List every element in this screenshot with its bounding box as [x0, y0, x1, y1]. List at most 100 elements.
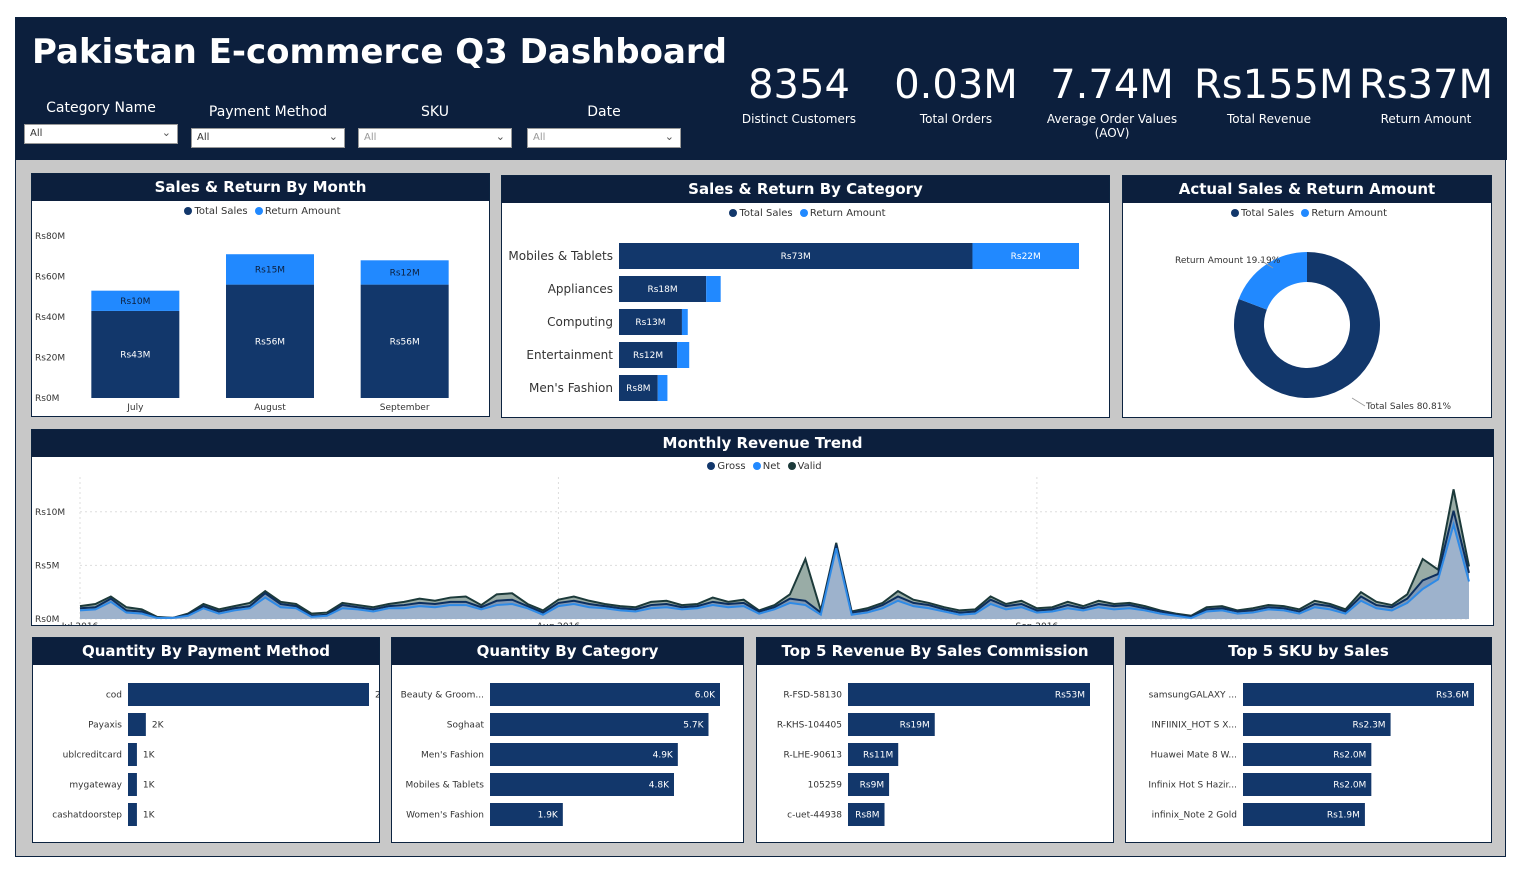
kpi-total-orders: 0.03M Total Orders	[881, 62, 1031, 126]
panel-title: Quantity By Payment Method	[33, 638, 379, 665]
payment-method-dropdown[interactable]: All ⌄	[191, 128, 345, 148]
data-label: Rs11M	[863, 751, 893, 761]
slicer-value: All	[30, 128, 43, 139]
slice-label: Total Sales 80.81%	[1365, 402, 1451, 412]
leader-line	[1351, 397, 1366, 407]
kpi-distinct-customers: 8354 Distinct Customers	[724, 62, 874, 126]
data-label: 27K	[375, 691, 379, 701]
category-label: samsungGALAXY ...	[1149, 691, 1237, 701]
category-label: Soghaat	[447, 721, 485, 731]
data-label: 2K	[152, 721, 165, 731]
slicer-label: Category Name	[46, 100, 156, 116]
panel-quantity-by-category: Quantity By Category Beauty & Groom... 6.…	[391, 637, 744, 843]
data-label: Rs73M	[781, 252, 811, 262]
legend-swatch	[184, 207, 193, 215]
month-chart: Rs0M Rs20M Rs40M Rs60M Rs80M Rs43M Rs10M July Rs…	[35, 232, 449, 413]
kpi-return-amount: Rs37M Return Amount	[1351, 62, 1501, 126]
panel-title: Sales & Return By Month	[32, 174, 489, 201]
bar-return-amount	[681, 309, 688, 335]
category-label: ublcreditcard	[63, 751, 122, 761]
data-label: Rs56M	[255, 337, 285, 347]
panel-title: Top 5 SKU by Sales	[1126, 638, 1491, 665]
chart-legend: Total Sales Return Amount	[502, 208, 1109, 222]
bar	[490, 773, 674, 796]
area-valid	[80, 489, 1469, 619]
sku-chart: samsungGALAXY ... Rs3.6M INFIINIX_HOT S X.…	[1148, 683, 1474, 826]
panel-quantity-by-payment: Quantity By Payment Method cod 27K Payaxis…	[32, 637, 380, 843]
category-label: R-KHS-104405	[777, 721, 842, 731]
category-label: cod	[106, 691, 122, 701]
category-label: Infinix Hot S Hazir...	[1148, 781, 1237, 791]
data-label: Rs43M	[120, 350, 150, 360]
data-label: Rs1.9M	[1327, 811, 1360, 821]
page-title: Pakistan E-commerce Q3 Dashboard	[32, 32, 728, 72]
y-tick-label: Rs80M	[35, 232, 65, 242]
category-label: Men's Fashion	[529, 381, 613, 395]
data-label: 1.9K	[538, 811, 559, 821]
category-label: cashatdoorstep	[52, 811, 122, 821]
bar	[490, 713, 709, 736]
data-label: Rs15M	[255, 265, 285, 275]
date-dropdown[interactable]: All ⌄	[527, 128, 681, 148]
chevron-down-icon: ⌄	[328, 130, 338, 143]
slicer-value: All	[533, 132, 546, 143]
chart-legend: Total Sales Return Amount	[1123, 208, 1491, 222]
x-tick-label: September	[380, 403, 430, 413]
category-label: Payaxis	[88, 721, 122, 731]
legend-swatch	[752, 462, 761, 470]
legend-label: Gross	[717, 461, 746, 472]
kpi-label: Total Revenue	[1226, 112, 1312, 126]
data-label: Rs2.3M	[1353, 721, 1386, 731]
slicer-payment-method: Payment Method All ⌄	[191, 104, 345, 148]
panel-title: Top 5 Revenue By Sales Commission	[757, 638, 1113, 665]
sku-dropdown[interactable]: All ⌄	[358, 128, 512, 148]
x-tick-label: Aug 2016	[537, 622, 581, 625]
legend-swatch	[729, 209, 738, 217]
chart-legend: Gross Net Valid	[32, 461, 1493, 475]
category-label: Appliances	[548, 282, 613, 296]
category-label: Women's Fashion	[406, 811, 484, 821]
bar	[128, 743, 137, 766]
legend-label: Total Sales	[194, 206, 248, 217]
category-label: Men's Fashion	[421, 751, 484, 761]
kpi-total-revenue: Rs155M Total Revenue	[1194, 62, 1354, 126]
y-tick-label: Rs60M	[35, 273, 65, 283]
x-tick-label: Jul 2016	[61, 622, 99, 625]
kpi-label: Total Orders	[919, 112, 993, 126]
slicer-value: All	[364, 132, 377, 143]
kpi-value: 7.74M	[1050, 62, 1174, 108]
bar	[128, 803, 137, 826]
kpi-label: Return Amount	[1380, 112, 1472, 126]
bar	[490, 683, 720, 706]
panel-sales-return-by-month: Sales & Return By Month Total Sales Retu…	[31, 173, 490, 417]
panel-sales-return-by-category: Sales & Return By Category Total Sales R…	[501, 175, 1110, 418]
commission-chart: R-FSD-58130 Rs53M R-KHS-104405 Rs19M R-LHE-9…	[777, 683, 1090, 826]
category-label: infinix_Note 2 Gold	[1152, 811, 1237, 821]
category-label: INFIINIX_HOT S X...	[1152, 721, 1237, 731]
data-label: 1K	[143, 781, 156, 791]
kpi-value: Rs37M	[1358, 62, 1494, 108]
dashboard-frame: Pakistan E-commerce Q3 Dashboard Categor…	[15, 17, 1507, 857]
category-label: Beauty & Groom...	[401, 691, 484, 701]
data-label: Rs3.6M	[1436, 691, 1469, 701]
bar	[128, 713, 146, 736]
category-name-dropdown[interactable]: All ⌄	[24, 124, 178, 144]
chart-legend: Total Sales Return Amount	[32, 206, 489, 220]
panel-top5-sku: Top 5 SKU by Sales samsungGALAXY ... Rs3.…	[1125, 637, 1492, 843]
panel-title: Quantity By Category	[392, 638, 743, 665]
data-label: Rs8M	[855, 811, 879, 821]
slicer-sku: SKU All ⌄	[358, 104, 512, 148]
panel-title: Actual Sales & Return Amount	[1123, 176, 1491, 203]
legend-label: Return Amount	[809, 208, 886, 219]
payment-chart: cod 27K Payaxis 2K ublcreditcard 1K mygateway 1…	[52, 683, 379, 826]
data-label: Rs13M	[635, 318, 665, 328]
panel-monthly-revenue-trend: Monthly Revenue Trend Gross Net Valid Rs…	[31, 429, 1494, 626]
category-chart: Mobiles & Tablets Rs73M Rs22M Appliances Rs1…	[508, 243, 1079, 401]
slicer-value: All	[197, 132, 210, 143]
data-label: Rs12M	[633, 351, 663, 361]
data-label: Rs8M	[626, 384, 650, 394]
slicer-label: Payment Method	[208, 104, 328, 120]
legend-label: Valid	[797, 461, 822, 472]
y-tick-label: Rs10M	[35, 508, 65, 518]
bar	[128, 773, 137, 796]
